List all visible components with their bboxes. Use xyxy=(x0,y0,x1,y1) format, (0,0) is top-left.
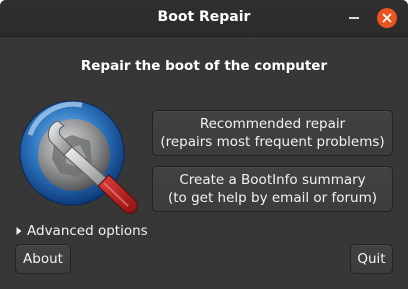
quit-button[interactable]: Quit xyxy=(350,244,393,274)
expander-arrow-right-icon xyxy=(16,227,22,235)
minimize-icon[interactable] xyxy=(344,8,364,28)
boot-repair-wrench-logo-icon xyxy=(12,93,144,221)
create-bootinfo-summary-button[interactable]: Create a BootInfo summary (to get help b… xyxy=(152,166,393,212)
boot-repair-window: Boot Repair Repair the boot of the compu… xyxy=(0,0,408,289)
close-icon[interactable] xyxy=(377,8,397,28)
recommended-repair-sublabel: (repairs most frequent problems) xyxy=(160,134,385,150)
advanced-options-expander[interactable]: Advanced options xyxy=(15,222,148,240)
page-heading: Repair the boot of the computer xyxy=(80,58,328,74)
recommended-repair-button[interactable]: Recommended repair (repairs most frequen… xyxy=(152,110,393,156)
recommended-repair-label: Recommended repair xyxy=(199,116,346,132)
bootinfo-summary-sublabel: (to get help by email or forum) xyxy=(167,190,378,206)
bootinfo-summary-label: Create a BootInfo summary xyxy=(179,172,366,188)
about-button[interactable]: About xyxy=(15,244,71,274)
title-bar[interactable]: Boot Repair xyxy=(0,0,408,37)
advanced-options-label: Advanced options xyxy=(27,223,148,239)
